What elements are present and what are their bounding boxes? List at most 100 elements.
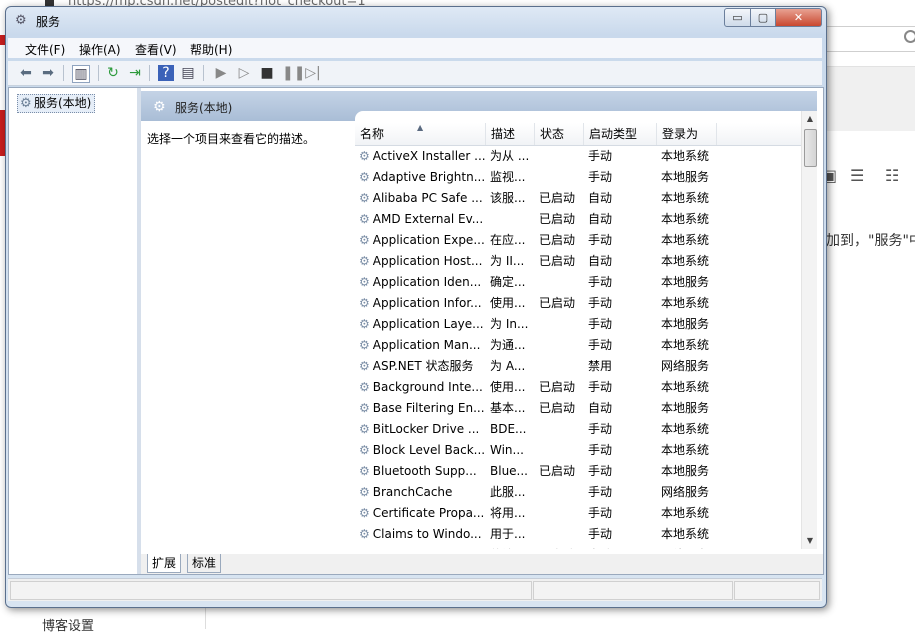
menu-help[interactable]: 帮助(H) — [190, 41, 232, 58]
table-row[interactable]: ⚙Client for NFS使该...已启动自动网络服务 — [355, 545, 801, 549]
table-row[interactable]: ⚙ Bluetooth Supp... Blue... 已启动 手动 本地服务 — [355, 461, 801, 482]
service-name: ⚙ ASP.NET 状态服务 — [359, 359, 474, 373]
table-row[interactable]: ⚙ BitLocker Drive ... BDE... 手动 本地系统 — [355, 419, 801, 440]
service-startup-type: 手动 — [588, 485, 613, 499]
menu-file[interactable]: 文件(F) — [25, 41, 65, 58]
service-name: ⚙ Application Iden... — [359, 275, 482, 289]
service-logon-as: 网络服务 — [661, 359, 710, 373]
list-rows: ⚙ ActiveX Installer ... 为从 ... 手动 本地系统 ⚙ Adapt… — [355, 146, 801, 549]
search-icon[interactable] — [904, 30, 915, 43]
column-header-name[interactable]: ▲ 名称 — [355, 123, 486, 145]
scroll-down-icon[interactable]: ▼ — [802, 533, 817, 549]
title-bar[interactable]: ⚙ 服务 ▭ ▢ ✕ — [6, 7, 826, 35]
gear-icon: ⚙ — [359, 485, 370, 499]
gear-icon: ⚙ — [359, 401, 370, 415]
service-description: Blue... — [490, 464, 528, 478]
page-search-input[interactable] — [826, 26, 915, 52]
tab-standard[interactable]: 标准 — [187, 554, 222, 573]
service-name: ⚙ Application Host... — [359, 254, 483, 268]
vertical-scrollbar[interactable]: ▲ ▼ — [801, 111, 817, 549]
description-panel: 选择一个项目来查看它的描述。 — [141, 121, 355, 551]
column-header-startup-type[interactable]: 启动类型 — [584, 123, 657, 145]
table-row[interactable]: ⚙ Block Level Back... Win... 手动 本地系统 — [355, 440, 801, 461]
table-row[interactable]: ⚙ Application Man... 为通... 手动 本地系统 — [355, 335, 801, 356]
help-icon[interactable]: ? — [158, 65, 174, 81]
table-row[interactable]: ⚙ Application Expe... 在应... 已启动 手动 本地系统 — [355, 230, 801, 251]
blog-settings-link[interactable]: 博客设置 — [42, 615, 94, 634]
start-icon[interactable]: ▶ — [213, 65, 229, 81]
export-icon[interactable]: ⇥ — [127, 65, 143, 81]
service-logon-as: 本地服务 — [661, 401, 710, 415]
tab-extended[interactable]: 扩展 — [147, 554, 182, 573]
list-icon[interactable]: ☷ — [885, 166, 903, 185]
gear-icon: ⚙ — [20, 96, 32, 111]
service-startup-type: 自动 — [588, 401, 613, 415]
editor-toolbar: ▣ ☰ ☷ — [822, 166, 915, 190]
service-startup-type: 手动 — [588, 527, 613, 541]
refresh-icon[interactable]: ↻ — [105, 65, 121, 81]
table-row[interactable]: ⚙ Application Host... 为 II... 已启动 自动 本地系统 — [355, 251, 801, 272]
scroll-up-icon[interactable]: ▲ — [802, 111, 817, 127]
show-tree-icon[interactable]: ▥ — [72, 65, 90, 83]
service-name: ⚙ Application Man... — [359, 338, 481, 352]
menu-view[interactable]: 查看(V) — [135, 41, 177, 58]
column-header-description[interactable]: 描述 — [486, 123, 535, 145]
service-logon-as: 本地系统 — [661, 191, 710, 205]
table-row[interactable]: ⚙ Base Filtering En... 基本... 已启动 自动 本地服务 — [355, 398, 801, 419]
toolbar-separator — [98, 65, 99, 81]
column-header-logon-as[interactable]: 登录为 — [657, 123, 717, 145]
service-status: 已启动 — [539, 212, 576, 226]
service-name: ⚙ Background Inte... — [359, 380, 483, 394]
tree-node-services-local[interactable]: ⚙ 服务(本地) — [17, 94, 96, 113]
properties-icon[interactable]: ▤ — [180, 65, 196, 81]
table-row[interactable]: ⚙ Alibaba PC Safe ... 该服... 已启动 自动 本地系统 — [355, 188, 801, 209]
close-button[interactable]: ✕ — [776, 8, 822, 27]
table-row[interactable]: ⚙ Application Iden... 确定... 手动 本地服务 — [355, 272, 801, 293]
gear-icon: ⚙ — [359, 191, 370, 205]
table-row[interactable]: ⚙ Certificate Propa... 将用... 手动 本地系统 — [355, 503, 801, 524]
table-row[interactable]: ⚙ Background Inte... 使用... 已启动 手动 本地系统 — [355, 377, 801, 398]
gear-icon: ⚙ — [359, 380, 370, 394]
service-status: 已启动 — [539, 401, 576, 415]
service-description: 为 A... — [490, 359, 526, 373]
start-alt-icon[interactable]: ▷ — [236, 65, 252, 81]
table-row[interactable]: ⚙ Claims to Windo... 用于... 手动 本地系统 — [355, 524, 801, 545]
table-row[interactable]: ⚙ Application Infor... 使用... 已启动 手动 本地系统 — [355, 293, 801, 314]
service-description: 将用... — [490, 506, 526, 520]
service-description: 监视... — [490, 170, 526, 184]
table-row[interactable]: ⚙ AMD External Ev... 已启动 自动 本地系统 — [355, 209, 801, 230]
service-startup-type: 手动 — [588, 443, 613, 457]
service-description: 用于... — [490, 527, 526, 541]
menu-action[interactable]: 操作(A) — [79, 41, 121, 58]
service-logon-as: 本地系统 — [661, 506, 710, 520]
forward-arrow-icon[interactable]: ➡ — [40, 65, 56, 81]
scroll-thumb[interactable] — [804, 129, 817, 167]
restart-icon[interactable]: ▷| — [305, 65, 321, 81]
service-name: ⚙ BranchCache — [359, 485, 453, 499]
service-name: ⚙ Bluetooth Supp... — [359, 464, 477, 478]
align-icon[interactable]: ☰ — [850, 166, 868, 185]
page-text-snippet: 加到，"服务"中 — [826, 233, 915, 249]
details-pane: ⚙ 服务(本地) 选择一个项目来查看它的描述。 ▲ 名称 描述 状态 启动类型 … — [141, 88, 823, 574]
gear-icon: ⚙ — [15, 13, 27, 28]
table-row[interactable]: ⚙ ASP.NET 状态服务 为 A... 禁用 网络服务 — [355, 356, 801, 377]
gear-icon: ⚙ — [359, 338, 370, 352]
pause-icon[interactable]: ❚❚ — [282, 65, 305, 81]
column-header-status[interactable]: 状态 — [535, 123, 584, 145]
service-status: 已启动 — [539, 254, 576, 268]
service-startup-type: 手动 — [588, 380, 613, 394]
table-row[interactable]: ⚙ Adaptive Brightn... 监视... 手动 本地服务 — [355, 167, 801, 188]
stop-icon[interactable]: ■ — [259, 65, 275, 81]
table-row[interactable]: ⚙ ActiveX Installer ... 为从 ... 手动 本地系统 — [355, 146, 801, 167]
gear-icon: ⚙ — [359, 317, 370, 331]
maximize-button[interactable]: ▢ — [751, 8, 776, 27]
service-logon-as: 本地系统 — [661, 254, 710, 268]
service-status: 已启动 — [539, 464, 576, 478]
back-arrow-icon[interactable]: ⬅ — [18, 65, 34, 81]
gear-icon: ⚙ — [359, 233, 370, 247]
table-row[interactable]: ⚙ BranchCache 此服... 手动 网络服务 — [355, 482, 801, 503]
service-startup-type: 手动 — [588, 506, 613, 520]
minimize-button[interactable]: ▭ — [724, 8, 751, 27]
tree-node-label: 服务(本地) — [34, 96, 92, 110]
table-row[interactable]: ⚙ Application Laye... 为 In... 手动 本地服务 — [355, 314, 801, 335]
